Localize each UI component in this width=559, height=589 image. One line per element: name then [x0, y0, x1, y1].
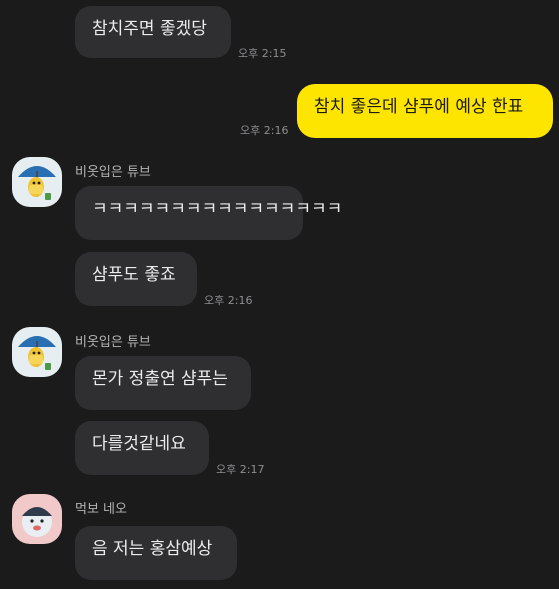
message-bubble[interactable]: 샴푸도 좋죠 — [75, 252, 197, 306]
message-bubble[interactable]: 음 저는 홍삼예상 — [75, 526, 237, 580]
message-text: 음 저는 홍삼예상 — [92, 539, 213, 559]
tube-raincoat-avatar-icon — [12, 157, 62, 207]
sender-name: 비옷입은 튜브 — [75, 165, 151, 180]
profile-avatar[interactable] — [12, 157, 62, 207]
message-text: 참치 좋은데 샴푸에 예상 한표 — [314, 97, 524, 117]
sender-name: 먹보 네오 — [75, 502, 127, 517]
message-text: 참치주면 좋겠당 — [92, 19, 207, 39]
message-text: ㅋㅋㅋㅋㅋㅋㅋㅋㅋㅋㅋㅋㅋㅋㅋㅋ — [92, 199, 343, 219]
sender-name: 비옷입은 튜브 — [75, 335, 151, 350]
profile-avatar[interactable] — [12, 327, 62, 377]
message-bubble[interactable]: 다를것같네요 — [75, 421, 209, 475]
message-text: 몬가 정출연 샴푸는 — [92, 369, 228, 389]
tube-raincoat-avatar-icon — [12, 327, 62, 377]
message-timestamp: 오후 2:17 — [216, 463, 265, 476]
message-timestamp: 오후 2:16 — [204, 294, 253, 307]
message-bubble[interactable]: 참치주면 좋겠당 — [75, 6, 231, 58]
neo-avatar-icon — [12, 494, 62, 544]
profile-avatar[interactable] — [12, 494, 62, 544]
message-timestamp: 오후 2:15 — [238, 47, 287, 60]
my-message-bubble[interactable]: 참치 좋은데 샴푸에 예상 한표 — [297, 84, 553, 138]
message-text: 샴푸도 좋죠 — [92, 265, 176, 285]
message-timestamp: 오후 2:16 — [240, 124, 289, 137]
message-text: 다를것같네요 — [92, 434, 186, 454]
message-bubble[interactable]: 몬가 정출연 샴푸는 — [75, 356, 251, 410]
message-bubble[interactable]: ㅋㅋㅋㅋㅋㅋㅋㅋㅋㅋㅋㅋㅋㅋㅋㅋ — [75, 186, 342, 240]
